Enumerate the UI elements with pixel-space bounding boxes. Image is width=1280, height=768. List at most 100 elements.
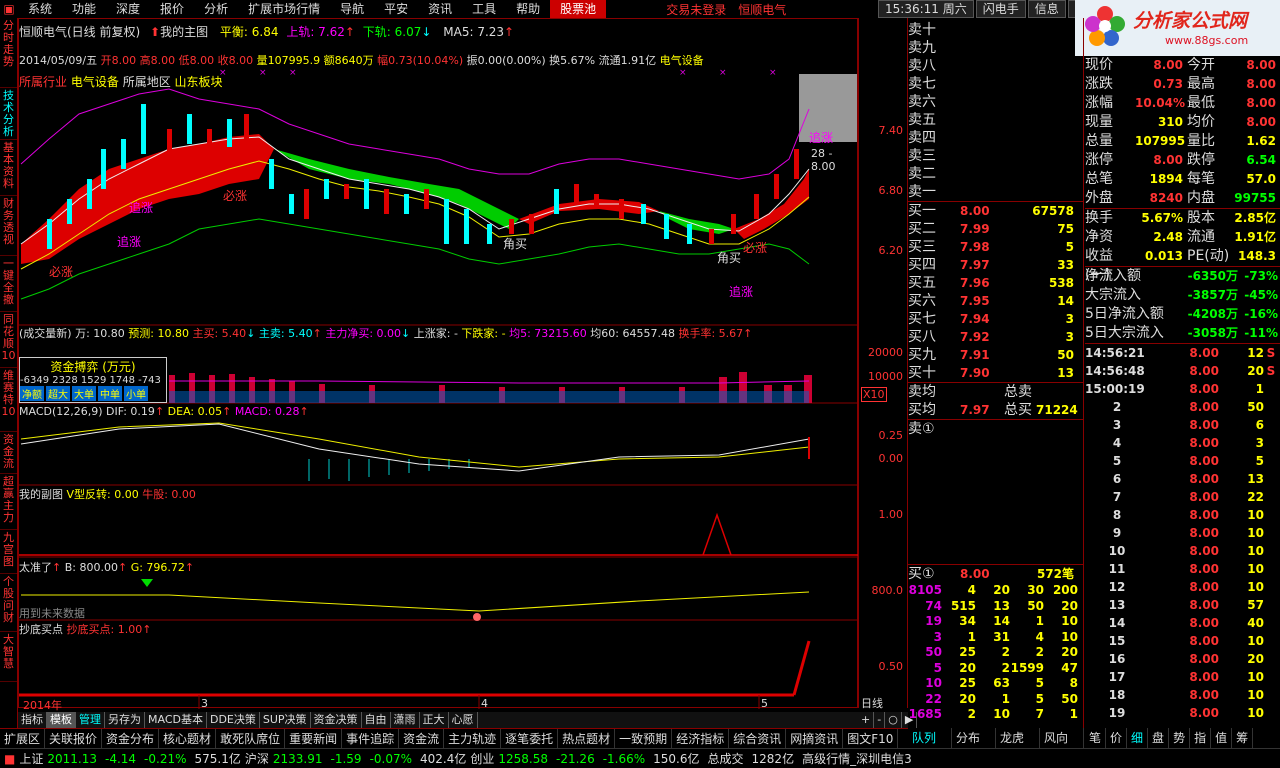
order-row-sell[interactable]: 卖五 bbox=[908, 111, 1083, 129]
order-row-buy[interactable]: 买八 7.92 3 bbox=[908, 328, 1083, 346]
tab-xiaoyu[interactable]: 潇雨 bbox=[391, 712, 420, 728]
order-row-buy[interactable]: 买一 8.00 67578 bbox=[908, 202, 1083, 220]
tab-dde[interactable]: DDE决策 bbox=[207, 712, 260, 728]
tab-chou[interactable]: 筹 bbox=[1232, 728, 1254, 748]
tab-shi[interactable]: 势 bbox=[1169, 728, 1191, 748]
order-row-buy[interactable]: 买六 7.95 14 bbox=[908, 292, 1083, 310]
sidebar-item-finance[interactable]: 财务透视 bbox=[0, 196, 17, 256]
tab-wind[interactable]: 风向 bbox=[1040, 728, 1084, 748]
sidebar-item-technical[interactable]: 技术分析 bbox=[0, 88, 17, 140]
btn-main-track[interactable]: 主力轨迹 bbox=[444, 729, 502, 748]
btn-event-track[interactable]: 事件追踪 bbox=[342, 729, 400, 748]
order-row-buy[interactable]: 买九 7.91 50 bbox=[908, 346, 1083, 364]
tab-save-as[interactable]: 另存为 bbox=[105, 712, 145, 728]
tab-queue[interactable]: 队列 bbox=[908, 728, 952, 748]
tab-pan[interactable]: 盘 bbox=[1148, 728, 1170, 748]
btn-consensus[interactable]: 一致预期 bbox=[615, 729, 673, 748]
order-row-buy[interactable]: 买四 7.97 33 bbox=[908, 256, 1083, 274]
btn-hot-topic[interactable]: 热点题材 bbox=[558, 729, 616, 748]
order-row-buy[interactable]: 买三 7.98 5 bbox=[908, 238, 1083, 256]
tab-xi[interactable]: 细 bbox=[1127, 728, 1149, 748]
brand-url[interactable]: www.88gs.com bbox=[1165, 34, 1248, 47]
info-button[interactable]: 信息 bbox=[1027, 0, 1066, 18]
btn-important-news[interactable]: 重要新闻 bbox=[285, 729, 343, 748]
volume-scale-badge[interactable]: X10 bbox=[861, 387, 887, 402]
order-row-sell[interactable]: 卖十 bbox=[908, 21, 1083, 39]
menu-item-pingan[interactable]: 平安 bbox=[374, 0, 418, 18]
order-row-sell[interactable]: 卖二 bbox=[908, 165, 1083, 183]
btn-extended[interactable]: 扩展区 bbox=[0, 729, 46, 748]
menu-item-extended[interactable]: 扩展市场行情 bbox=[238, 0, 330, 18]
order-row-sell[interactable]: 卖六 bbox=[908, 93, 1083, 111]
tab-distribution[interactable]: 分布 bbox=[952, 728, 996, 748]
order-row-buy[interactable]: 买五 7.96 538 bbox=[908, 274, 1083, 292]
menu-item-stock-pool[interactable]: 股票池 bbox=[550, 0, 607, 18]
chart-area[interactable]: 恒顺电气(日线 前复权) ⬆我的主图 平衡: 6.84 上轨: 7.62↑ 下轨… bbox=[18, 18, 859, 712]
menu-item-function[interactable]: 功能 bbox=[62, 0, 106, 18]
btn-dare-seats[interactable]: 敢死队席位 bbox=[216, 729, 286, 748]
btn-fund-flow[interactable]: 资金流 bbox=[399, 729, 445, 748]
tab-zhengda[interactable]: 正大 bbox=[420, 712, 449, 728]
order-row-buy[interactable]: 买二 7.99 75 bbox=[908, 220, 1083, 238]
tab-jia[interactable]: 价 bbox=[1106, 728, 1128, 748]
sh-label[interactable]: 上证 bbox=[19, 750, 43, 767]
menu-item-help[interactable]: 帮助 bbox=[506, 0, 550, 18]
tab-template[interactable]: 模板 bbox=[47, 712, 76, 728]
sidebar-item-wencai[interactable]: 个股问财 bbox=[0, 574, 17, 632]
sidebar-item-basic[interactable]: 基本资料 bbox=[0, 140, 17, 196]
btn-general-news[interactable]: 综合资讯 bbox=[729, 729, 787, 748]
tab-indicator[interactable]: 指标 bbox=[18, 712, 47, 728]
sidebar-item-cancel-all[interactable]: 一键全撤 bbox=[0, 256, 17, 312]
sidebar-item-fund-flow[interactable]: 资金流 bbox=[0, 432, 17, 474]
tab-manage[interactable]: 管理 bbox=[76, 712, 105, 728]
order-row-sell[interactable]: 卖八 bbox=[908, 57, 1083, 75]
sidebar-item-dzh[interactable]: 大智慧 bbox=[0, 632, 17, 682]
order-row-buy[interactable]: 买七 7.94 3 bbox=[908, 310, 1083, 328]
tab-free[interactable]: 自由 bbox=[362, 712, 391, 728]
flash-trade-button[interactable]: 闪电手 bbox=[975, 0, 1026, 18]
zoom-in-button[interactable]: + bbox=[858, 712, 875, 728]
tab-macd-basic[interactable]: MACD基本 bbox=[145, 712, 207, 728]
sidebar-item-ths[interactable]: 同花顺10 bbox=[0, 312, 17, 368]
btn-web-digest[interactable]: 网摘资讯 bbox=[786, 729, 844, 748]
btn-order-detail[interactable]: 逐笔委托 bbox=[501, 729, 559, 748]
sidebar-item-nine-grid[interactable]: 九宫图 bbox=[0, 530, 17, 574]
reset-button[interactable]: ○ bbox=[885, 712, 902, 728]
btn-core-topic[interactable]: 核心题材 bbox=[159, 729, 217, 748]
menu-item-news[interactable]: 资讯 bbox=[418, 0, 462, 18]
btn-fund-dist[interactable]: 资金分布 bbox=[102, 729, 160, 748]
menu-item-quote[interactable]: 报价 bbox=[150, 0, 194, 18]
buy1-queue-header[interactable]: 买① 8.00 572笔 bbox=[908, 565, 1083, 583]
order-row-sell[interactable]: 卖七 bbox=[908, 75, 1083, 93]
btn-f10[interactable]: 图文F10 bbox=[843, 729, 899, 748]
sidebar-item-super-main[interactable]: 超赢主力 bbox=[0, 474, 17, 530]
menu-item-analysis[interactable]: 分析 bbox=[194, 0, 238, 18]
tab-zhi[interactable]: 指 bbox=[1190, 728, 1212, 748]
zoom-out-button[interactable]: - bbox=[874, 712, 886, 728]
sz-label[interactable]: 沪深 bbox=[245, 750, 269, 767]
order-row-sell[interactable]: 卖四 bbox=[908, 129, 1083, 147]
trade-login-status[interactable]: 交易未登录 bbox=[666, 1, 726, 18]
period-label[interactable]: 日线 bbox=[861, 695, 883, 711]
order-row-sell[interactable]: 卖一 bbox=[908, 183, 1083, 201]
tab-zhi2[interactable]: 值 bbox=[1211, 728, 1233, 748]
menu-item-system[interactable]: 系统 bbox=[18, 0, 62, 18]
sidebar-item-intraday[interactable]: 分时走势 bbox=[0, 18, 17, 88]
btn-related-quote[interactable]: 关联报价 bbox=[45, 729, 103, 748]
menu-item-depth[interactable]: 深度 bbox=[106, 0, 150, 18]
tab-xinyuan[interactable]: 心愿 bbox=[449, 712, 478, 728]
order-row-sell[interactable]: 卖三 bbox=[908, 147, 1083, 165]
tab-fund-decision[interactable]: 资金决策 bbox=[311, 712, 362, 728]
btn-econ-index[interactable]: 经济指标 bbox=[672, 729, 730, 748]
menu-item-tools[interactable]: 工具 bbox=[462, 0, 506, 18]
menu-item-nav[interactable]: 导航 bbox=[330, 0, 374, 18]
sidebar-item-wst[interactable]: 维赛特10 bbox=[0, 368, 17, 432]
server-name[interactable]: 高级行情_深圳电信3 bbox=[798, 750, 916, 767]
sell1-queue[interactable]: 卖① bbox=[908, 420, 1083, 564]
tab-sup[interactable]: SUP决策 bbox=[260, 712, 311, 728]
cy-label[interactable]: 创业 bbox=[470, 750, 494, 767]
tab-dragon-tiger[interactable]: 龙虎 bbox=[996, 728, 1040, 748]
order-row-sell[interactable]: 卖九 bbox=[908, 39, 1083, 57]
order-row-buy[interactable]: 买十 7.90 13 bbox=[908, 364, 1083, 382]
tab-bi[interactable]: 笔 bbox=[1085, 728, 1107, 748]
